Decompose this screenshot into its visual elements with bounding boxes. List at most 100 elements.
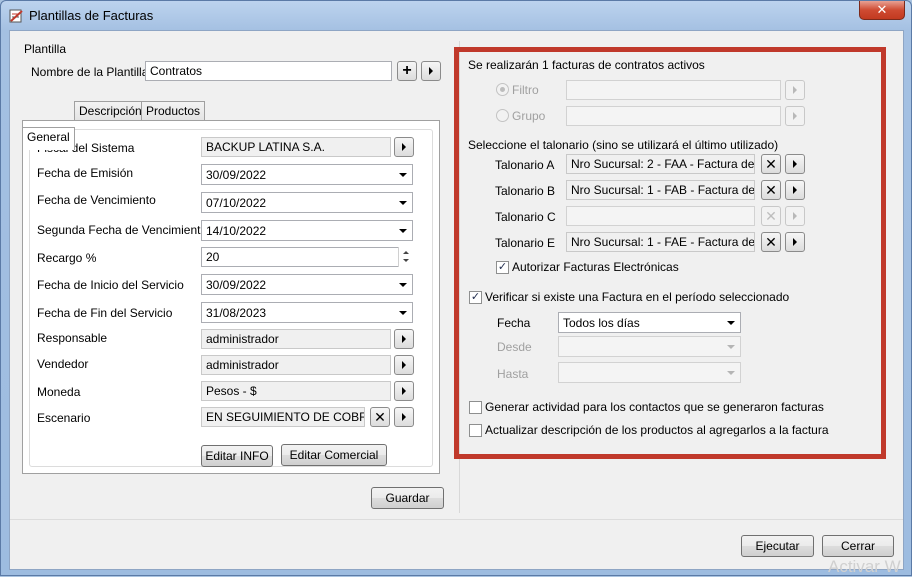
chevron-down-icon — [399, 229, 407, 233]
title-bar[interactable]: Plantillas de Facturas ✕ — [1, 1, 911, 31]
radio-dot-icon — [500, 87, 505, 92]
fecha-emision-picker[interactable]: 30/09/2022 — [201, 164, 413, 185]
template-lookup-button[interactable] — [421, 61, 441, 81]
talonario-c-clear-button[interactable]: ✕ — [761, 206, 781, 226]
window: Plantillas de Facturas ✕ Plantilla Nombr… — [0, 0, 912, 576]
arrow-right-icon — [793, 111, 797, 120]
talonario-e-input[interactable]: Nro Sucursal: 1 - FAE - Factura de Ven — [566, 232, 755, 252]
tab-productos[interactable]: Productos — [141, 101, 206, 121]
guardar-button[interactable]: Guardar — [371, 487, 444, 509]
escenario-lookup-button[interactable] — [394, 407, 414, 427]
recargo-spinner[interactable] — [398, 247, 413, 267]
hasta-picker[interactable] — [558, 362, 741, 383]
talonario-b-lookup-button[interactable] — [785, 180, 805, 200]
template-name-input[interactable]: Contratos — [145, 61, 392, 81]
footer-separator — [10, 519, 903, 520]
arrow-right-icon — [793, 211, 797, 220]
talonario-c-lookup-button[interactable] — [785, 206, 805, 226]
arrow-right-icon — [402, 334, 406, 343]
moneda-label: Moneda — [37, 385, 81, 399]
editar-comercial-button[interactable]: Editar Comercial — [281, 444, 387, 466]
moneda-lookup-button[interactable] — [394, 381, 414, 401]
template-name-label: Nombre de la Plantilla — [31, 65, 149, 79]
talonario-title: Seleccione el talonario (sino se utiliza… — [468, 138, 779, 152]
responsable-input[interactable]: administrador — [201, 329, 391, 349]
vendedor-input[interactable]: administrador — [201, 355, 391, 375]
recargo-value: 20 — [206, 250, 220, 264]
moneda-input[interactable]: Pesos - $ — [201, 381, 391, 401]
grupo-radio[interactable] — [496, 109, 509, 122]
talonario-e-lookup-button[interactable] — [785, 232, 805, 252]
check-icon: ✓ — [470, 291, 481, 303]
tab-productos-label: Productos — [146, 104, 201, 118]
talonario-a-clear-button[interactable]: ✕ — [761, 154, 781, 174]
add-template-button[interactable]: + — [397, 61, 417, 81]
segunda-fecha-label: Segunda Fecha de Vencimiento — [37, 223, 208, 237]
cerrar-button[interactable]: Cerrar — [822, 535, 894, 557]
escenario-label: Escenario — [37, 411, 91, 425]
talonario-a-input[interactable]: Nro Sucursal: 2 - FAA - Factura de Ven — [566, 154, 755, 174]
arrow-right-icon — [402, 142, 406, 151]
fiscal-lookup-button[interactable] — [394, 137, 414, 157]
tab-descripcion[interactable]: Descripción — [74, 101, 147, 121]
recargo-input[interactable]: 20 — [201, 247, 413, 267]
fecha-vencimiento-value: 07/10/2022 — [206, 196, 267, 210]
actualizar-label: Actualizar descripción de los productos … — [485, 423, 829, 437]
fin-servicio-label: Fecha de Fin del Servicio — [37, 306, 173, 320]
chevron-down-icon — [727, 345, 735, 349]
fecha-select[interactable]: Todos los días — [558, 312, 741, 333]
fin-servicio-value: 31/08/2023 — [206, 306, 267, 320]
grupo-label: Grupo — [512, 109, 546, 123]
chevron-down-icon — [727, 371, 735, 375]
desde-picker[interactable] — [558, 336, 741, 357]
responsable-lookup-button[interactable] — [394, 329, 414, 349]
filtro-lookup-button[interactable] — [785, 80, 805, 100]
editar-info-button[interactable]: Editar INFO — [201, 445, 273, 467]
fecha-label: Fecha — [497, 316, 531, 330]
arrow-right-icon — [402, 386, 406, 395]
escenario-input[interactable]: EN SEGUIMIENTO DE COBRAN — [201, 407, 365, 427]
fecha-vencimiento-picker[interactable]: 07/10/2022 — [201, 192, 413, 213]
segunda-fecha-value: 14/10/2022 — [206, 224, 267, 238]
arrow-right-icon — [402, 360, 406, 369]
tab-general[interactable]: General — [22, 127, 75, 150]
filtro-label: Filtro — [512, 83, 539, 97]
close-button[interactable]: ✕ — [859, 1, 905, 20]
fecha-vencimiento-label: Fecha de Vencimiento — [37, 193, 156, 207]
activation-watermark: Activar W — [828, 557, 901, 576]
plantilla-group-label: Plantilla — [24, 42, 67, 56]
summary-text: Se realizarán 1 facturas de contratos ac… — [468, 58, 705, 72]
segunda-fecha-picker[interactable]: 14/10/2022 — [201, 220, 413, 241]
chevron-down-icon — [399, 201, 407, 205]
talonario-a-label: Talonario A — [495, 158, 555, 172]
actualizar-checkbox[interactable] — [469, 424, 482, 437]
generar-checkbox[interactable] — [469, 401, 482, 414]
autorizar-label: Autorizar Facturas Electrónicas — [512, 260, 679, 274]
talonario-a-lookup-button[interactable] — [785, 154, 805, 174]
tab-general-label: General — [27, 130, 70, 144]
grupo-lookup-button[interactable] — [785, 106, 805, 126]
fecha-emision-value: 30/09/2022 — [206, 168, 267, 182]
autorizar-checkbox[interactable]: ✓ — [496, 261, 509, 274]
vendedor-lookup-button[interactable] — [394, 355, 414, 375]
talonario-c-input[interactable] — [566, 206, 755, 226]
fiscal-input[interactable]: BACKUP LATINA S.A. — [201, 137, 391, 157]
talonario-e-clear-button[interactable]: ✕ — [761, 232, 781, 252]
ejecutar-button[interactable]: Ejecutar — [741, 535, 814, 557]
fecha-emision-label: Fecha de Emisión — [37, 166, 134, 180]
verificar-label: Verificar si existe una Factura en el pe… — [485, 290, 790, 304]
talonario-b-clear-button[interactable]: ✕ — [761, 180, 781, 200]
escenario-clear-button[interactable]: ✕ — [370, 407, 390, 427]
vendedor-label: Vendedor — [37, 357, 89, 371]
filtro-input[interactable] — [566, 80, 781, 100]
verificar-checkbox[interactable]: ✓ — [469, 291, 482, 304]
inicio-servicio-picker[interactable]: 30/09/2022 — [201, 274, 413, 295]
fin-servicio-picker[interactable]: 31/08/2023 — [201, 302, 413, 323]
invoice-template-icon — [9, 9, 23, 23]
grupo-input[interactable] — [566, 106, 781, 126]
chevron-down-icon — [399, 311, 407, 315]
spin-up-icon — [403, 251, 409, 254]
chevron-down-icon — [399, 283, 407, 287]
talonario-b-input[interactable]: Nro Sucursal: 1 - FAB - Factura de Ven — [566, 180, 755, 200]
filtro-radio[interactable] — [496, 83, 509, 96]
